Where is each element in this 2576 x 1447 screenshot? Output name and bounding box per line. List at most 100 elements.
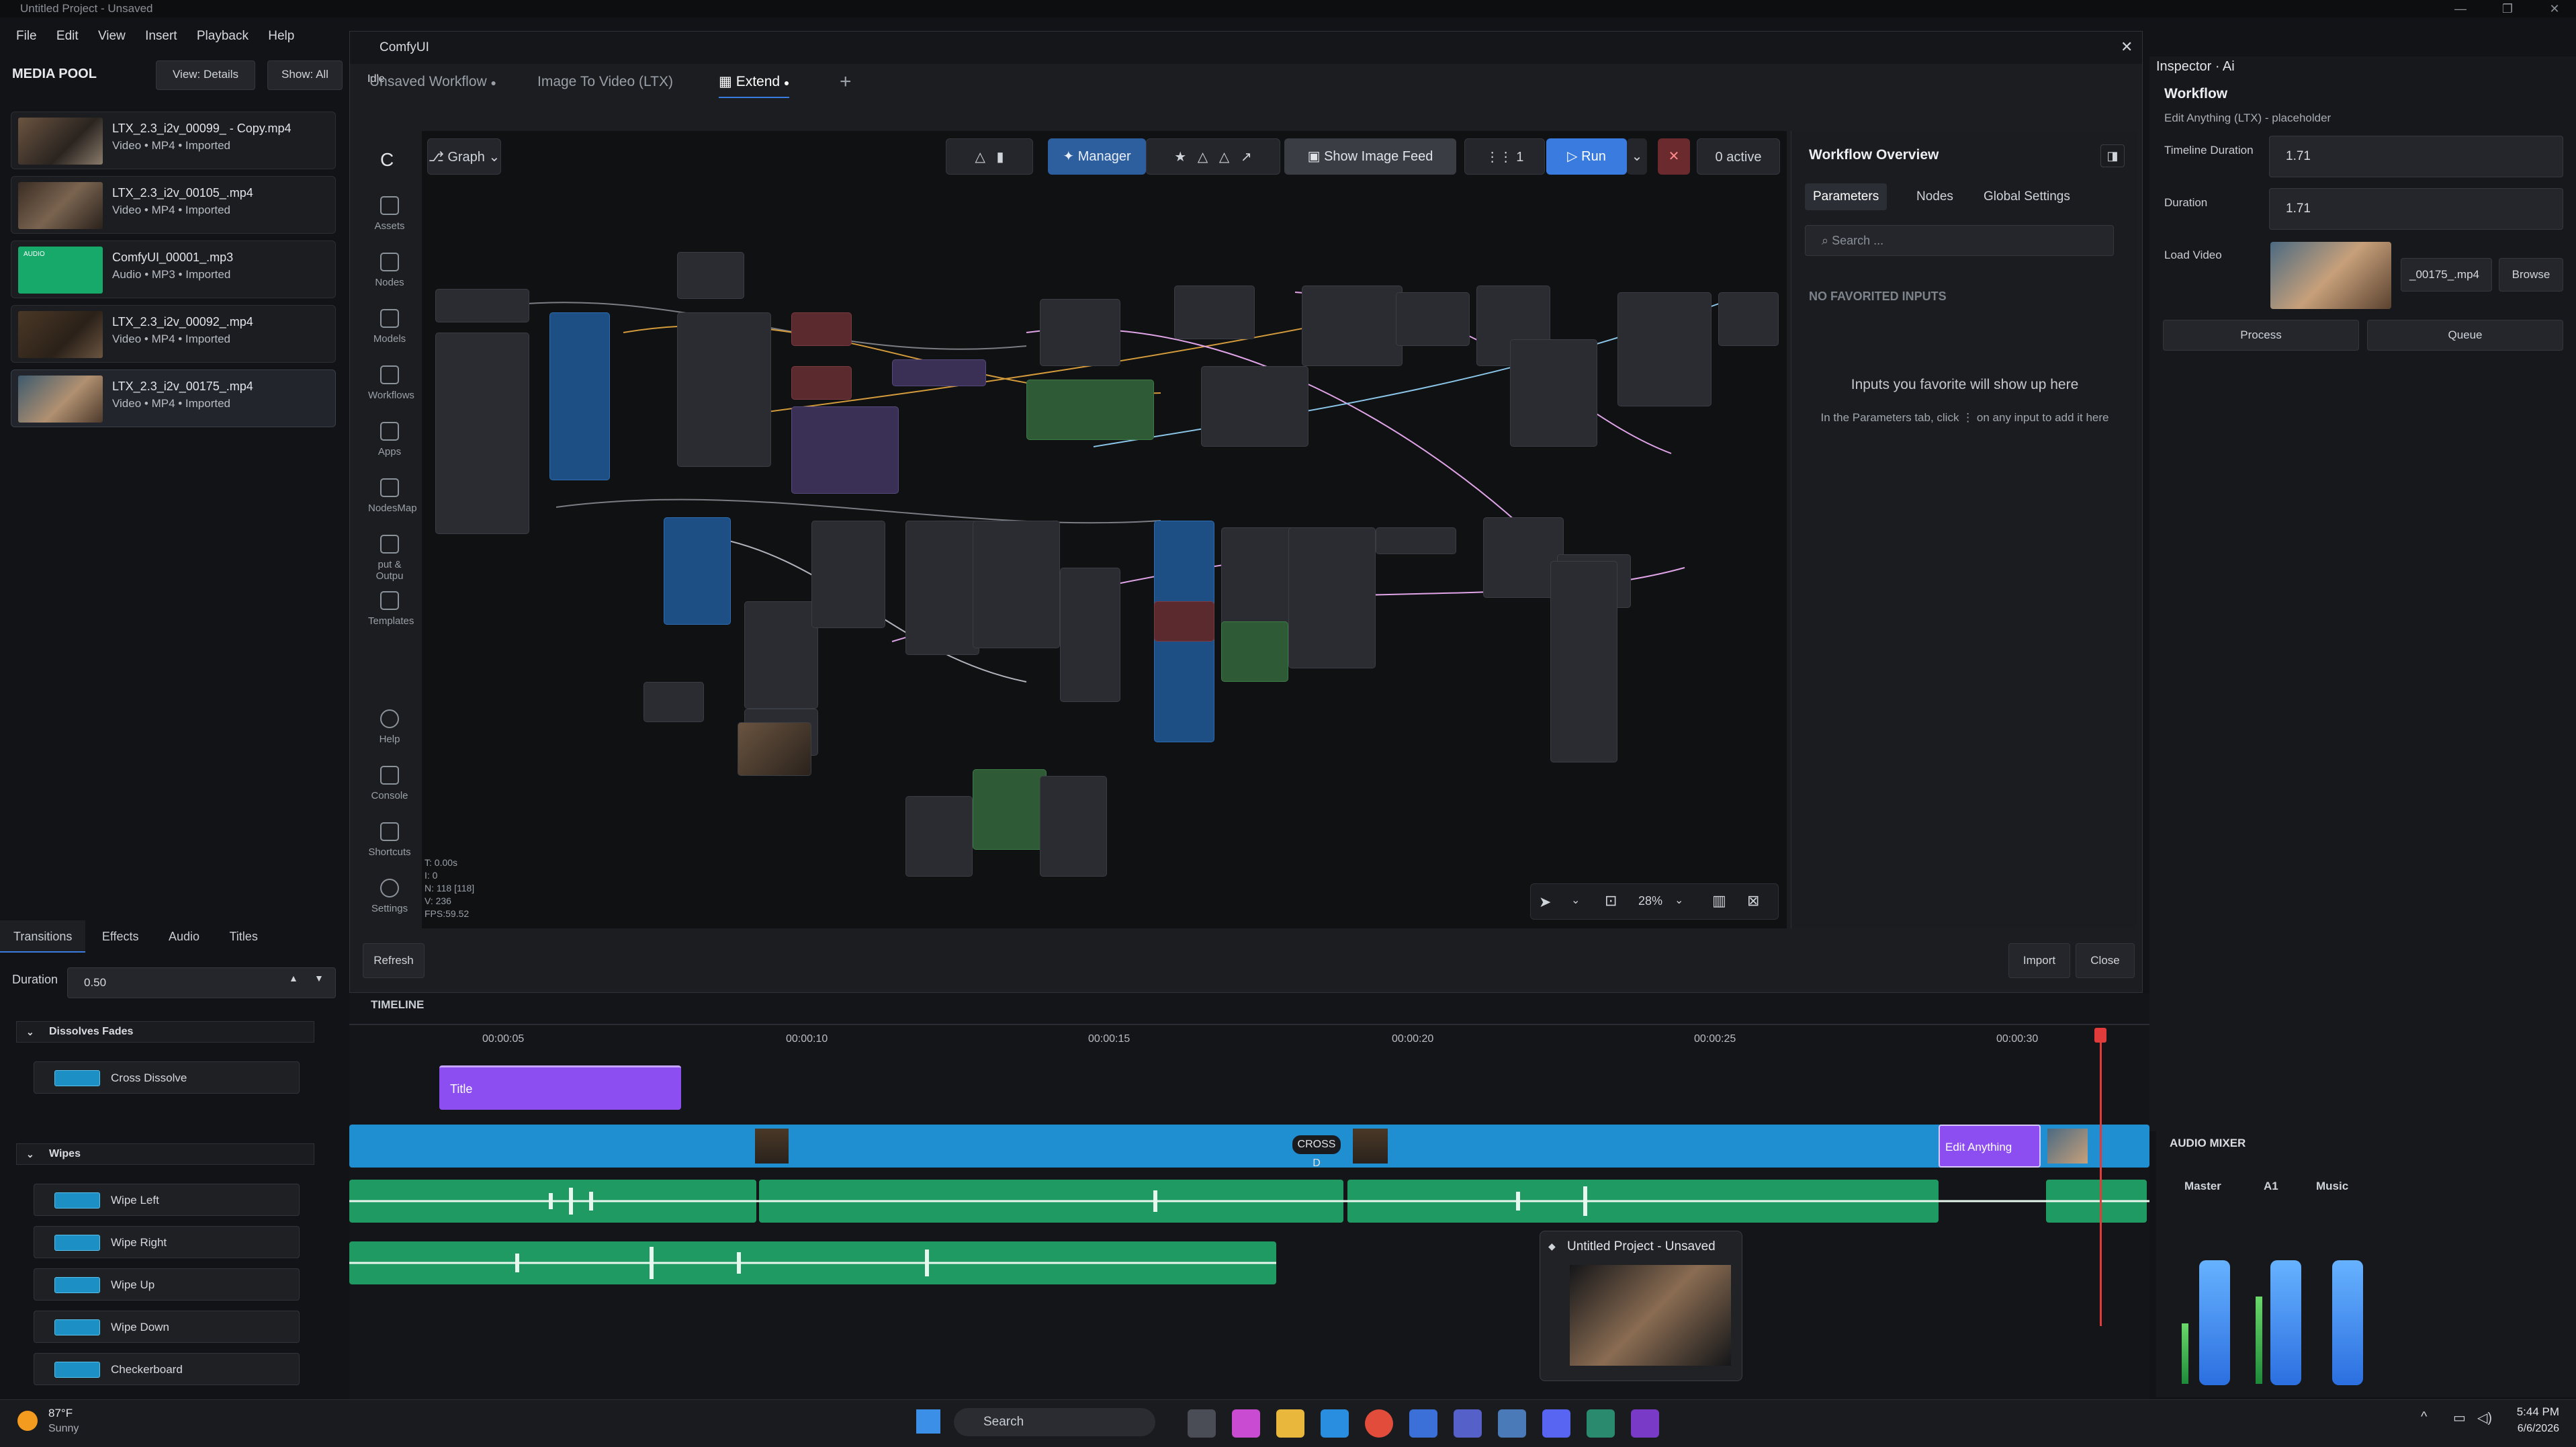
hide-links-icon[interactable]: ⊠ <box>1747 892 1759 910</box>
graph-node[interactable] <box>1550 561 1617 762</box>
tab-extend[interactable]: ▦ Extend ● <box>719 66 790 98</box>
graph-node[interactable] <box>549 312 610 480</box>
sidebar-workflows[interactable]: Workflows <box>368 365 414 401</box>
music-fader[interactable] <box>2332 1260 2363 1385</box>
graph-node[interactable] <box>905 521 979 655</box>
windows-start-icon[interactable] <box>916 1409 940 1434</box>
dissolves-section[interactable]: ⌄ Dissolves Fades <box>16 1021 314 1043</box>
show-all-button[interactable]: Show: All <box>267 60 343 90</box>
graph-node[interactable] <box>791 312 852 346</box>
graph-node[interactable] <box>1026 380 1154 440</box>
graph-node[interactable] <box>1221 621 1288 682</box>
video-track[interactable]: CROSS D Edit Anything <box>349 1125 2149 1169</box>
bookmark-icon[interactable]: ▮ <box>997 150 1004 165</box>
minimize-icon[interactable]: — <box>2437 0 2484 17</box>
effect-checkerboard[interactable]: Checkerboard <box>34 1353 300 1385</box>
share-icon[interactable]: ↗ <box>1241 150 1252 165</box>
graph-node[interactable] <box>905 796 973 877</box>
graph-node[interactable] <box>677 312 771 467</box>
batch-count[interactable]: ⋮⋮ 1 <box>1464 138 1545 175</box>
triangle-icon[interactable]: △ <box>1198 150 1208 165</box>
graph-node[interactable] <box>1154 601 1214 642</box>
playhead[interactable] <box>2100 1031 2102 1326</box>
tab-transitions[interactable]: Transitions <box>0 920 86 953</box>
store-icon[interactable] <box>1409 1409 1437 1438</box>
run-button[interactable]: ▷ Run <box>1546 138 1627 175</box>
manager-button[interactable]: ✦ Manager <box>1048 138 1146 175</box>
graph-node[interactable] <box>677 252 744 299</box>
editor-app-icon[interactable] <box>1631 1409 1659 1438</box>
weather-sun-icon[interactable] <box>17 1411 38 1431</box>
process-button[interactable]: Process <box>2163 320 2359 351</box>
stepper-down-icon[interactable]: ▼ <box>314 973 324 983</box>
effect-wipe-left[interactable]: Wipe Left <box>34 1184 300 1216</box>
close-icon[interactable]: ✕ <box>2531 0 2576 17</box>
media-item-selected[interactable]: LTX_2.3_i2v_00175_.mp4 Video • MP4 • Imp… <box>11 369 336 427</box>
file-explorer-icon[interactable] <box>1276 1409 1304 1438</box>
tab-image-to-video[interactable]: Image To Video (LTX) <box>537 66 673 98</box>
graph-node[interactable] <box>1718 292 1779 346</box>
cross-dissolve-marker[interactable]: CROSS D <box>1292 1135 1341 1169</box>
sidebar-console[interactable]: Console <box>368 766 411 801</box>
graph-node[interactable] <box>643 682 704 722</box>
media-item[interactable]: LTX_2.3_i2v_00099_ - Copy.mp4 Video • MP… <box>11 112 336 169</box>
graph-node[interactable] <box>1040 776 1107 877</box>
sidebar-apps[interactable]: Apps <box>368 422 411 457</box>
edge-icon[interactable] <box>1321 1409 1349 1438</box>
volume-icon[interactable]: ◁) <box>2477 1409 2492 1426</box>
chevron-down-icon[interactable]: ⌄ <box>1675 893 1683 907</box>
graph-node[interactable] <box>1288 527 1376 668</box>
overview-search-input[interactable]: ⌕ Search ... <box>1805 225 2114 256</box>
star-icon[interactable]: ★ <box>1174 150 1186 165</box>
playhead-handle[interactable] <box>2094 1028 2106 1043</box>
run-options-icon[interactable]: ⌄ <box>1627 138 1647 175</box>
tab-nodes[interactable]: Nodes <box>1916 183 1953 210</box>
browse-button[interactable]: Browse <box>2499 258 2563 292</box>
chevron-down-icon[interactable]: ⌄ <box>1571 893 1580 907</box>
graph-node[interactable] <box>973 521 1060 648</box>
teams-icon[interactable] <box>1454 1409 1482 1438</box>
triangle-icon[interactable]: △ <box>1219 150 1229 165</box>
sidebar-shortcuts[interactable]: Shortcuts <box>368 822 411 858</box>
menu-insert[interactable]: Insert <box>145 29 177 43</box>
panel-toggle-icon[interactable]: ◨ <box>2100 144 2125 167</box>
tray-chevron-icon[interactable]: ^ <box>2421 1409 2427 1425</box>
import-button[interactable]: Import <box>2008 943 2070 978</box>
close-button[interactable]: Close <box>2076 943 2135 978</box>
tab-effects[interactable]: Effects <box>89 920 152 953</box>
tab-titles[interactable]: Titles <box>216 920 271 953</box>
queue-button[interactable]: Queue <box>2367 320 2563 351</box>
fit-view-icon[interactable]: ⊡ <box>1605 892 1617 910</box>
menu-file[interactable]: File <box>16 29 37 43</box>
chrome-icon[interactable] <box>1365 1409 1393 1438</box>
graph-node[interactable] <box>791 406 899 494</box>
effect-wipe-right[interactable]: Wipe Right <box>34 1226 300 1258</box>
menu-playback[interactable]: Playback <box>197 29 249 43</box>
graph-node[interactable] <box>1510 339 1597 447</box>
sidebar-settings[interactable]: Settings <box>368 879 411 914</box>
tab-global-settings[interactable]: Global Settings <box>1984 183 2070 210</box>
sidebar-assets[interactable]: Assets <box>368 196 411 232</box>
graph-node[interactable] <box>1174 286 1255 339</box>
master-fader[interactable] <box>2199 1260 2230 1385</box>
duration-input[interactable]: 1.71 <box>2269 188 2563 230</box>
sidebar-input-output[interactable]: put & Outpu <box>368 535 411 582</box>
view-details-button[interactable]: View: Details <box>156 60 255 90</box>
graph-node[interactable] <box>664 517 731 625</box>
queue-status[interactable]: 0 active <box>1697 138 1780 175</box>
task-view-icon[interactable] <box>1188 1409 1216 1438</box>
clock-time[interactable]: 5:44 PM <box>2505 1405 2559 1419</box>
tab-audio[interactable]: Audio <box>155 920 213 953</box>
triangle-logo-icon[interactable]: △ <box>975 150 985 165</box>
tab-parameters[interactable]: Parameters <box>1805 183 1887 210</box>
graph-node[interactable] <box>435 333 529 534</box>
calculator-icon[interactable] <box>1498 1409 1526 1438</box>
close-icon[interactable]: ✕ <box>2121 38 2133 56</box>
wipes-section[interactable]: ⌄ Wipes <box>16 1143 314 1165</box>
network-icon[interactable]: ▭ <box>2453 1409 2466 1426</box>
graph-mode-button[interactable]: ⎇ Graph ⌄ <box>427 138 501 175</box>
sidebar-models[interactable]: Models <box>368 309 411 345</box>
graph-node[interactable] <box>811 521 885 628</box>
a1-fader[interactable] <box>2270 1260 2301 1385</box>
menu-view[interactable]: View <box>98 29 126 43</box>
